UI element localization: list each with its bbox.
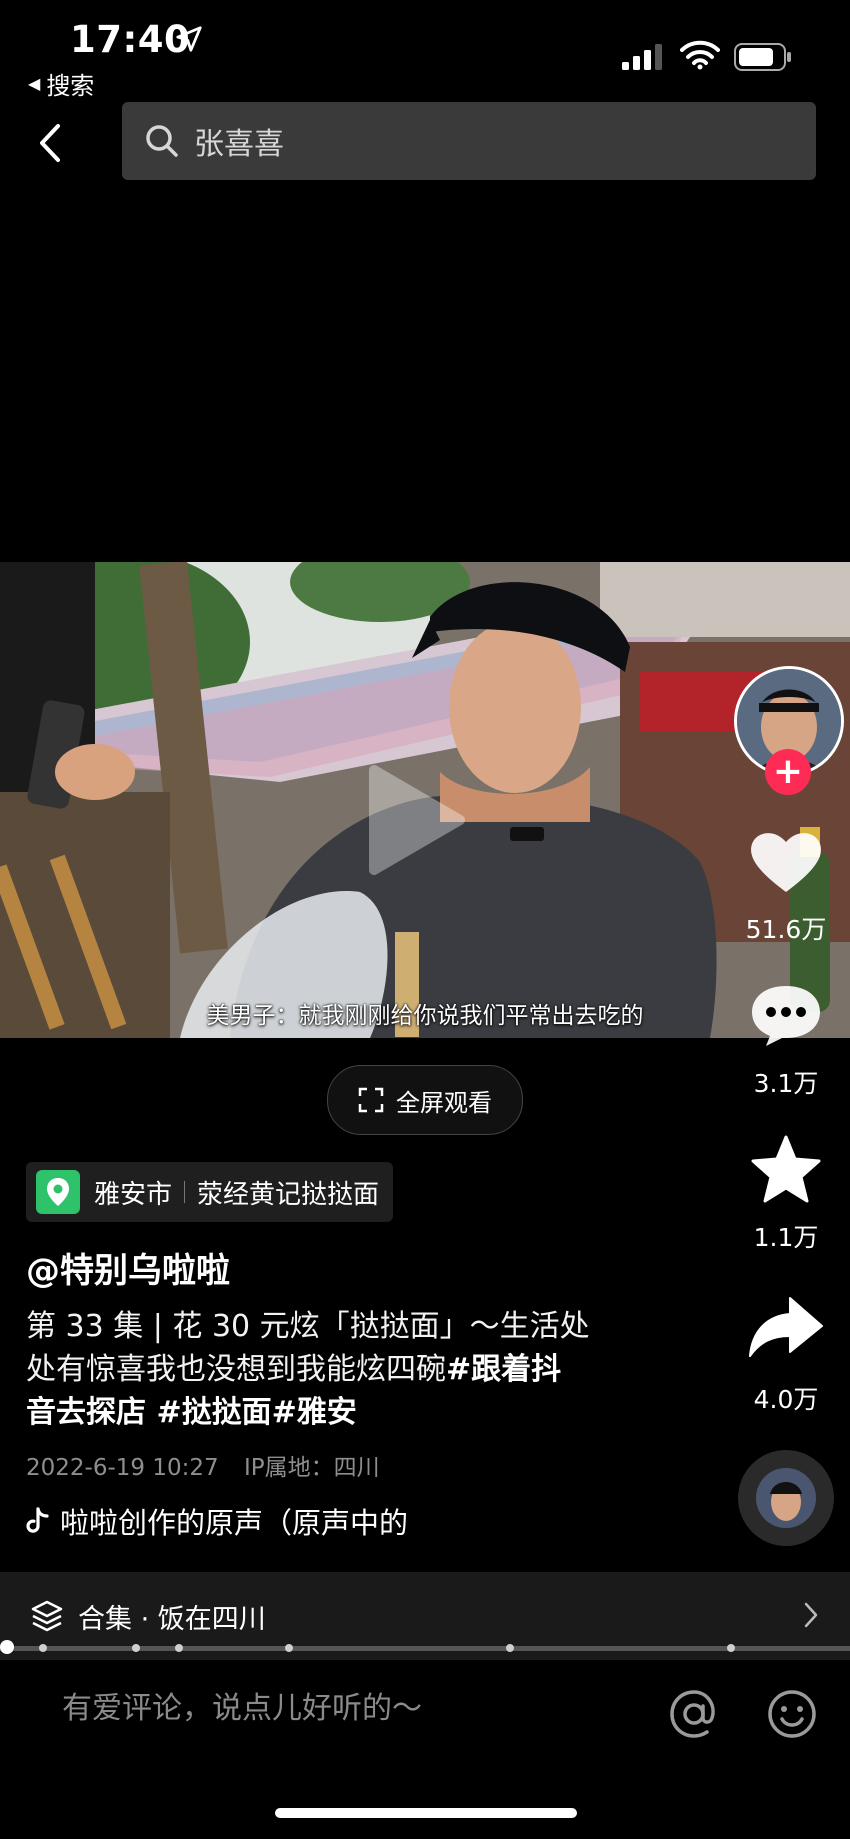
search-bar[interactable]: 张喜喜: [122, 102, 816, 180]
home-indicator: [275, 1808, 577, 1818]
location-arrow-icon: [176, 26, 202, 52]
back-chevron-icon[interactable]: [30, 118, 70, 168]
video-description: 第 33 集 | 花 30 元炫「挞挞面」～生活处 处有惊喜我也没想到我能炫四碗…: [26, 1305, 626, 1434]
search-query: 张喜喜: [194, 127, 284, 162]
progress-marker: [727, 1644, 735, 1652]
progress-track[interactable]: [0, 1646, 850, 1651]
wifi-icon: [680, 40, 720, 70]
layers-icon: [31, 1600, 63, 1632]
video-subtitle: 美男子：就我刚刚给你说我们平常出去吃的: [206, 1003, 644, 1029]
play-icon[interactable]: [360, 760, 470, 880]
progress-knob[interactable]: [0, 1640, 14, 1654]
comment-input[interactable]: [60, 1690, 624, 1727]
poi-city: 雅安市: [94, 1179, 173, 1210]
follow-plus-button[interactable]: +: [765, 749, 811, 795]
favorites-count: 1.1万: [753, 1223, 819, 1252]
post-date: 2022-6-19 10:27: [26, 1455, 219, 1481]
post-meta: 2022-6-19 10:27 IP属地：四川: [26, 1448, 398, 1482]
tiktok-note-icon: [26, 1507, 49, 1533]
share-icon[interactable]: [746, 1292, 826, 1362]
author-name-link[interactable]: @特别乌啦啦: [26, 1243, 230, 1292]
plus-icon: +: [772, 751, 804, 792]
progress-marker: [285, 1644, 293, 1652]
poi-location-tag[interactable]: 雅安市 荥经黄记挞挞面: [26, 1162, 394, 1222]
progress-marker: [39, 1644, 47, 1652]
emoji-icon[interactable]: [764, 1686, 820, 1742]
comments-count: 3.1万: [753, 1069, 819, 1098]
progress-marker: [506, 1644, 514, 1652]
back-app-label: 搜索: [46, 72, 95, 100]
fullscreen-icon: [358, 1087, 384, 1113]
heart-icon[interactable]: [746, 826, 826, 896]
poi-name: 荥经黄记挞挞面: [197, 1179, 380, 1210]
poi-divider: [184, 1181, 186, 1203]
at-icon[interactable]: [666, 1686, 722, 1742]
music-disc-avatar: [756, 1468, 816, 1528]
star-icon[interactable]: [746, 1134, 826, 1204]
search-icon: [146, 125, 178, 157]
comment-icon[interactable]: [746, 980, 826, 1050]
desc-line-1: 第 33 集 | 花 30 元炫「挞挞面」～生活处: [26, 1309, 590, 1344]
map-pin-icon: [36, 1170, 80, 1214]
battery-icon: [734, 43, 791, 71]
desc-line-2-text: 处有惊喜我也没想到我能炫四碗: [26, 1352, 446, 1387]
music-link[interactable]: 啦啦创作的原声（原声中的: [26, 1500, 466, 1542]
hashtag-link[interactable]: #跟着抖: [446, 1352, 561, 1387]
likes-count: 51.6万: [745, 915, 827, 944]
back-triangle-icon: ◀: [28, 74, 41, 93]
progress-marker: [132, 1644, 140, 1652]
signal-icon: [622, 44, 662, 70]
chevron-right-icon: [804, 1602, 818, 1628]
status-time: 17:40: [70, 18, 191, 61]
music-disc-button[interactable]: [738, 1450, 834, 1546]
ip-location: IP属地：四川: [243, 1455, 380, 1481]
collection-label: 合集 · 饭在四川: [78, 1603, 266, 1635]
fullscreen-label: 全屏观看: [396, 1088, 492, 1117]
music-title: 啦啦创作的原声（原声中的: [60, 1506, 409, 1540]
fullscreen-button[interactable]: 全屏观看: [327, 1065, 523, 1135]
progress-marker: [175, 1644, 183, 1652]
hashtag-line[interactable]: 音去探店 #挞挞面#雅安: [26, 1391, 626, 1434]
back-to-app-link[interactable]: ◀ 搜索: [28, 66, 94, 101]
desc-line-2: 处有惊喜我也没想到我能炫四碗#跟着抖: [26, 1348, 626, 1391]
shares-count: 4.0万: [753, 1385, 819, 1414]
